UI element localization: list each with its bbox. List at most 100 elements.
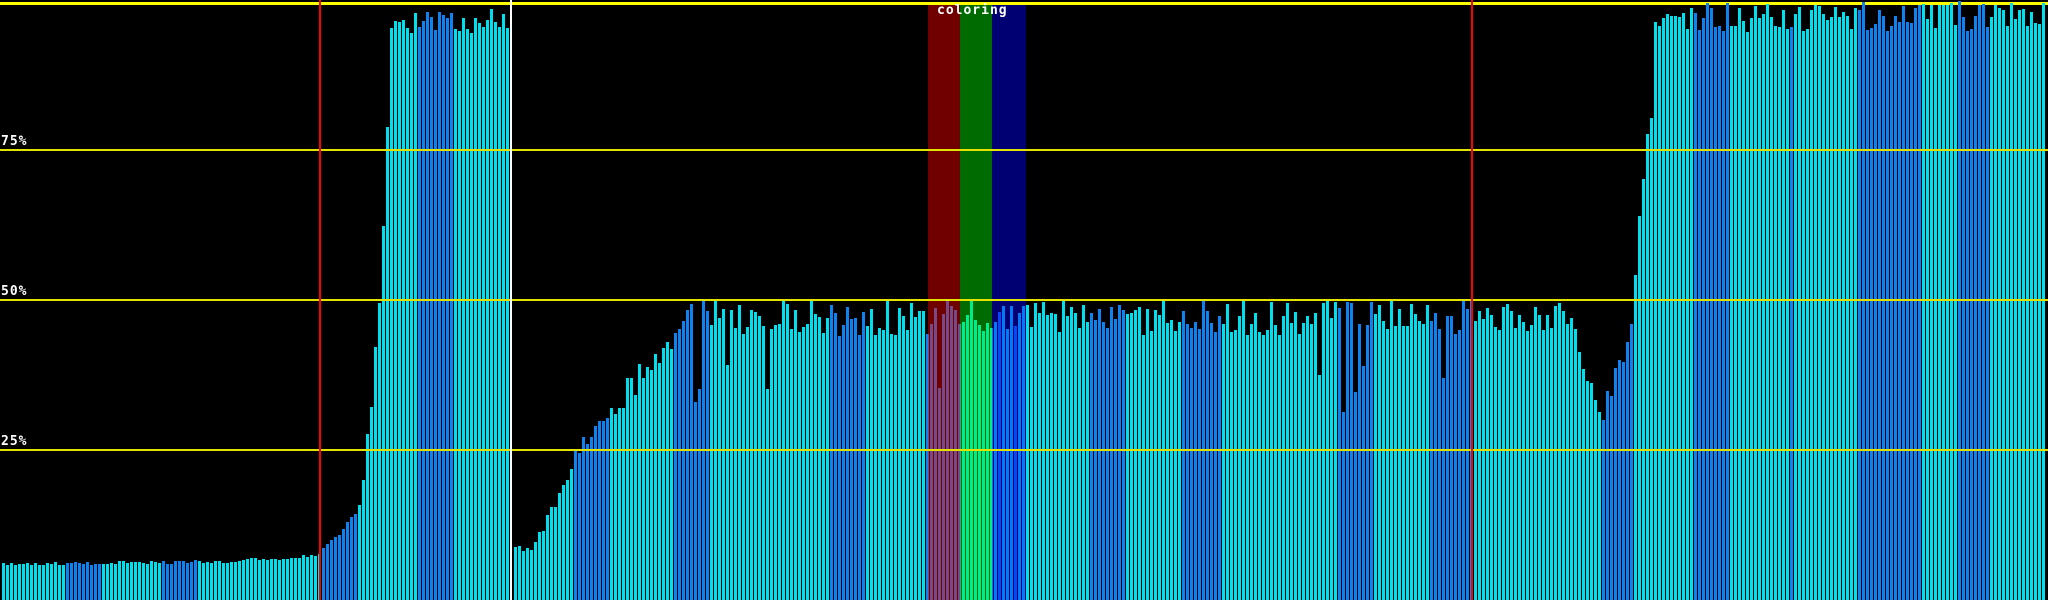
bar (734, 328, 737, 600)
bar (1250, 324, 1253, 600)
bar (710, 325, 713, 600)
bar (902, 316, 905, 600)
bar (1134, 310, 1137, 600)
bar (1350, 303, 1353, 600)
bar (818, 317, 821, 600)
bar (1118, 305, 1121, 600)
bar (1210, 323, 1213, 600)
bar (778, 324, 781, 600)
bar (862, 312, 865, 600)
bar (1054, 314, 1057, 600)
bar (1142, 335, 1145, 600)
bar (1966, 31, 1969, 600)
bar (1650, 118, 1653, 600)
bar (1126, 314, 1129, 600)
bar (210, 563, 213, 600)
bar (1614, 368, 1617, 600)
coloring-band-green (960, 5, 992, 600)
bar (458, 31, 461, 600)
bar (1238, 316, 1241, 600)
bar (1578, 352, 1581, 600)
bar (1850, 29, 1853, 600)
bar (294, 558, 297, 600)
bar (450, 13, 453, 600)
bar (330, 540, 333, 600)
bar (1590, 383, 1593, 600)
bar (1702, 18, 1705, 600)
bar (1046, 315, 1049, 600)
bar (1518, 315, 1521, 600)
bar (1818, 6, 1821, 600)
bar (1746, 32, 1749, 600)
bar (2042, 3, 2045, 600)
bar (1646, 134, 1649, 600)
bar (1438, 329, 1441, 600)
bar (1486, 308, 1489, 600)
bar (666, 342, 669, 600)
bar (282, 559, 285, 600)
bar (1298, 334, 1301, 600)
axis-label-50: 50% (1, 284, 28, 299)
bar (1182, 311, 1185, 600)
bar (54, 562, 57, 600)
bar (626, 378, 629, 600)
bar (502, 14, 505, 600)
bar (1690, 8, 1693, 600)
bar (1962, 17, 1965, 600)
bar (574, 449, 577, 600)
bar (1674, 16, 1677, 600)
bar (1562, 311, 1565, 600)
bar (1474, 321, 1477, 600)
bar (1306, 316, 1309, 600)
bar (874, 335, 877, 600)
bar (1378, 305, 1381, 600)
bar (62, 565, 65, 600)
bar (462, 18, 465, 600)
bar (1078, 328, 1081, 600)
bar (1670, 16, 1673, 600)
bar (1330, 318, 1333, 600)
bar (58, 565, 61, 600)
coloring-band-blue (992, 5, 1026, 600)
bar (1594, 400, 1597, 600)
bar (286, 559, 289, 600)
bar (1106, 328, 1109, 600)
bar (1234, 330, 1237, 600)
bar (730, 310, 733, 600)
bar (594, 426, 597, 600)
bar (686, 310, 689, 600)
bar (1774, 26, 1777, 600)
bar (1198, 329, 1201, 600)
bar (694, 402, 697, 600)
bar (1802, 31, 1805, 600)
bar (578, 453, 581, 600)
bar (1526, 331, 1529, 600)
bar (770, 329, 773, 600)
bar (478, 23, 481, 600)
bar (86, 562, 89, 600)
bar (1030, 327, 1033, 600)
bar (1498, 330, 1501, 600)
bar (242, 560, 245, 600)
bar (1522, 322, 1525, 600)
bar (230, 562, 233, 600)
bar (638, 364, 641, 600)
bar (1314, 313, 1317, 600)
bar (1426, 305, 1429, 600)
bar (1542, 330, 1545, 600)
bar (1882, 16, 1885, 600)
bar (1698, 30, 1701, 600)
bar (126, 563, 129, 600)
bar (98, 564, 101, 600)
bar (42, 565, 45, 600)
bar (850, 319, 853, 600)
bar (678, 329, 681, 600)
bar (1758, 18, 1761, 600)
bar (1150, 331, 1153, 600)
bar (918, 311, 921, 600)
bar (474, 18, 477, 600)
bar (1278, 335, 1281, 600)
bar (1910, 23, 1913, 600)
bar (1710, 8, 1713, 600)
bar (14, 565, 17, 600)
